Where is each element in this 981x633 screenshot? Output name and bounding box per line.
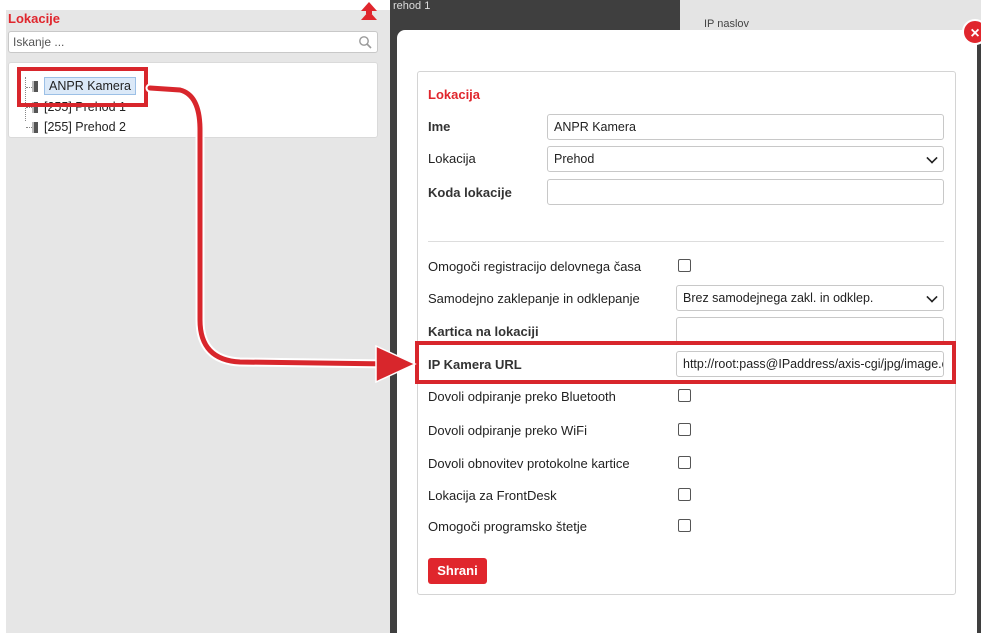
annotation-arrow (145, 83, 417, 384)
